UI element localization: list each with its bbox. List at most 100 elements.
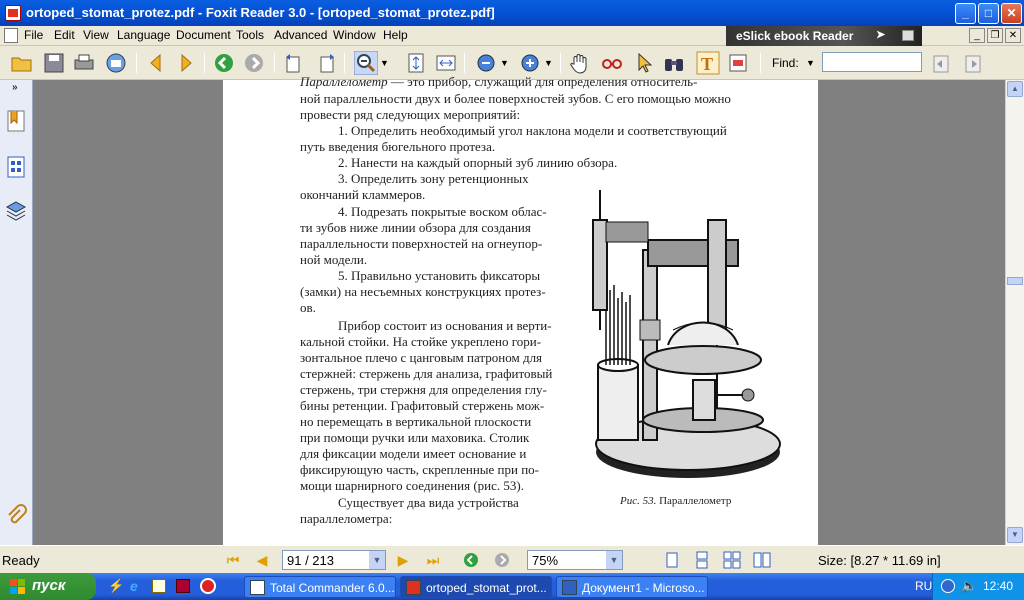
document-canvas[interactable]: Параллелометр — это прибор, служащий для…	[33, 74, 1005, 545]
text-line: ной параллельности двух и более поверхно…	[300, 91, 731, 106]
back-view-icon[interactable]	[212, 51, 236, 75]
tray-volume-icon[interactable]: 🔈	[961, 578, 977, 594]
zoom-level-field[interactable]: 75% ▼	[527, 550, 623, 570]
window-title: ortoped_stomat_protez.pdf - Foxit Reader…	[26, 5, 495, 20]
single-page-view-icon[interactable]	[663, 551, 681, 569]
bookmarks-icon[interactable]	[5, 110, 27, 132]
menu-tools[interactable]: Tools	[236, 28, 264, 42]
mdi-minimize-button[interactable]: _	[969, 28, 985, 43]
text-line: стержень, три стержня для определения гл…	[300, 382, 547, 397]
title-bar[interactable]: ortoped_stomat_protez.pdf - Foxit Reader…	[0, 0, 1024, 26]
task-foxit-reader[interactable]: ortoped_stomat_prot...	[400, 576, 552, 598]
eslick-ad-banner[interactable]: eSlick ebook Reader ➤	[726, 26, 922, 46]
zoom-out-dropdown-icon[interactable]: ▼	[500, 51, 512, 75]
print-icon[interactable]	[72, 51, 96, 75]
previous-page-icon[interactable]: ◀	[253, 551, 271, 569]
back-view-status-icon[interactable]	[462, 551, 480, 569]
scroll-thumb[interactable]	[1007, 277, 1023, 285]
pdf-page[interactable]: Параллелометр — это прибор, служащий для…	[223, 74, 818, 545]
internet-explorer-icon[interactable]: e	[130, 578, 146, 594]
next-page-icon[interactable]: ▶	[394, 551, 412, 569]
quicklaunch-winrar-icon[interactable]	[176, 579, 190, 593]
foxit-app-icon[interactable]	[5, 5, 21, 21]
start-button[interactable]: пуск	[0, 573, 96, 600]
fit-page-icon[interactable]	[404, 51, 428, 75]
facing-view-icon[interactable]	[723, 551, 741, 569]
quicklaunch-folder-icon[interactable]	[152, 579, 166, 593]
glasses-icon[interactable]	[600, 51, 624, 75]
page-dropdown-icon[interactable]: ▼	[369, 551, 385, 569]
rotate-right-icon[interactable]	[314, 51, 338, 75]
text-line: провести ряд следующих мероприятий:	[300, 107, 521, 122]
minimize-button[interactable]: _	[955, 3, 976, 24]
find-options-dropdown-icon[interactable]: ▼	[806, 51, 818, 75]
vertical-scrollbar[interactable]: ▲ ▼	[1005, 80, 1024, 545]
continuous-view-icon[interactable]	[693, 551, 711, 569]
document-icon[interactable]	[4, 28, 18, 43]
scroll-down-arrow-icon[interactable]: ▼	[1007, 527, 1023, 543]
continuous-facing-view-icon[interactable]	[753, 551, 771, 569]
text-line: Прибор состоит из основания и верти-	[338, 318, 552, 333]
select-arrow-icon[interactable]	[632, 51, 656, 75]
save-icon[interactable]	[42, 51, 66, 75]
text-line: ти зубов ниже линии обзора для создания	[300, 220, 531, 235]
task-word-document[interactable]: Документ1 - Microso...	[556, 576, 708, 598]
layers-icon[interactable]	[5, 200, 27, 222]
text-line: стержней: стержень для анализа, графитов…	[300, 366, 553, 381]
menu-advanced[interactable]: Advanced	[274, 28, 327, 42]
mdi-restore-button[interactable]: ❐	[987, 28, 1003, 43]
word-icon	[562, 580, 577, 595]
quicklaunch-opera-icon[interactable]	[200, 578, 216, 594]
clock[interactable]: 12:40	[983, 579, 1013, 593]
binoculars-icon[interactable]	[662, 51, 686, 75]
menu-file[interactable]: File	[24, 28, 43, 42]
zoom-in-icon[interactable]	[518, 51, 542, 75]
previous-arrow-icon[interactable]	[144, 51, 168, 75]
first-page-icon[interactable]: ⏮	[224, 551, 242, 569]
panel-expand-icon[interactable]: »	[12, 82, 18, 93]
zoom-tool-dropdown-icon[interactable]: ▼	[380, 51, 392, 75]
last-page-icon[interactable]: ⏭	[424, 551, 442, 569]
close-button[interactable]: ✕	[1001, 3, 1022, 24]
email-icon[interactable]	[104, 51, 128, 75]
hand-tool-icon[interactable]	[568, 51, 592, 75]
text-line: бины ретенции. Графитовый стержень мож-	[300, 398, 545, 413]
total-commander-icon	[250, 580, 265, 595]
attachments-paperclip-icon[interactable]	[5, 504, 27, 526]
maximize-button[interactable]: □	[978, 3, 999, 24]
page-number-field[interactable]: 91 / 213 ▼	[282, 550, 386, 570]
forward-view-icon[interactable]	[242, 51, 266, 75]
zoom-in-dropdown-icon[interactable]: ▼	[544, 51, 556, 75]
task-total-commander[interactable]: Total Commander 6.0...	[244, 576, 396, 598]
fit-width-icon[interactable]	[434, 51, 458, 75]
menu-language[interactable]: Language	[117, 28, 170, 42]
forward-view-status-icon[interactable]	[493, 551, 511, 569]
zoom-out-icon[interactable]	[474, 51, 498, 75]
thumbnails-icon[interactable]	[5, 156, 27, 178]
quicklaunch-lightning-icon[interactable]: ⚡	[108, 578, 124, 594]
find-next-icon[interactable]	[960, 51, 984, 75]
next-arrow-icon[interactable]	[174, 51, 198, 75]
open-folder-icon[interactable]	[10, 51, 34, 75]
menu-view[interactable]: View	[83, 28, 109, 42]
find-input[interactable]	[822, 52, 922, 72]
zoom-out-tool-icon[interactable]	[354, 51, 378, 75]
status-bar: Ready ⏮ ◀ 91 / 213 ▼ ▶ ⏭ 75% ▼ Size: [8.…	[0, 545, 1024, 573]
language-indicator[interactable]: RU	[915, 579, 932, 593]
find-previous-icon[interactable]	[930, 51, 954, 75]
text-line: 1. Определить необходимый угол наклона м…	[338, 123, 727, 138]
text-line: ной модели.	[300, 252, 368, 267]
menu-edit[interactable]: Edit	[54, 28, 75, 42]
text-line: кальной стойки. На стойке укреплено гори…	[300, 334, 542, 349]
zoom-dropdown-icon[interactable]: ▼	[606, 551, 622, 569]
typewriter-icon[interactable]	[726, 51, 750, 75]
menu-document[interactable]: Document	[176, 28, 231, 42]
rotate-left-icon[interactable]	[282, 51, 306, 75]
mdi-close-button[interactable]: ✕	[1005, 28, 1021, 43]
scroll-up-arrow-icon[interactable]: ▲	[1007, 81, 1023, 97]
text-select-icon[interactable]: T	[696, 51, 720, 75]
menu-window[interactable]: Window	[333, 28, 376, 42]
mouse-cursor-icon: ➤	[876, 29, 886, 41]
tray-network-icon[interactable]	[941, 579, 955, 593]
menu-help[interactable]: Help	[383, 28, 408, 42]
